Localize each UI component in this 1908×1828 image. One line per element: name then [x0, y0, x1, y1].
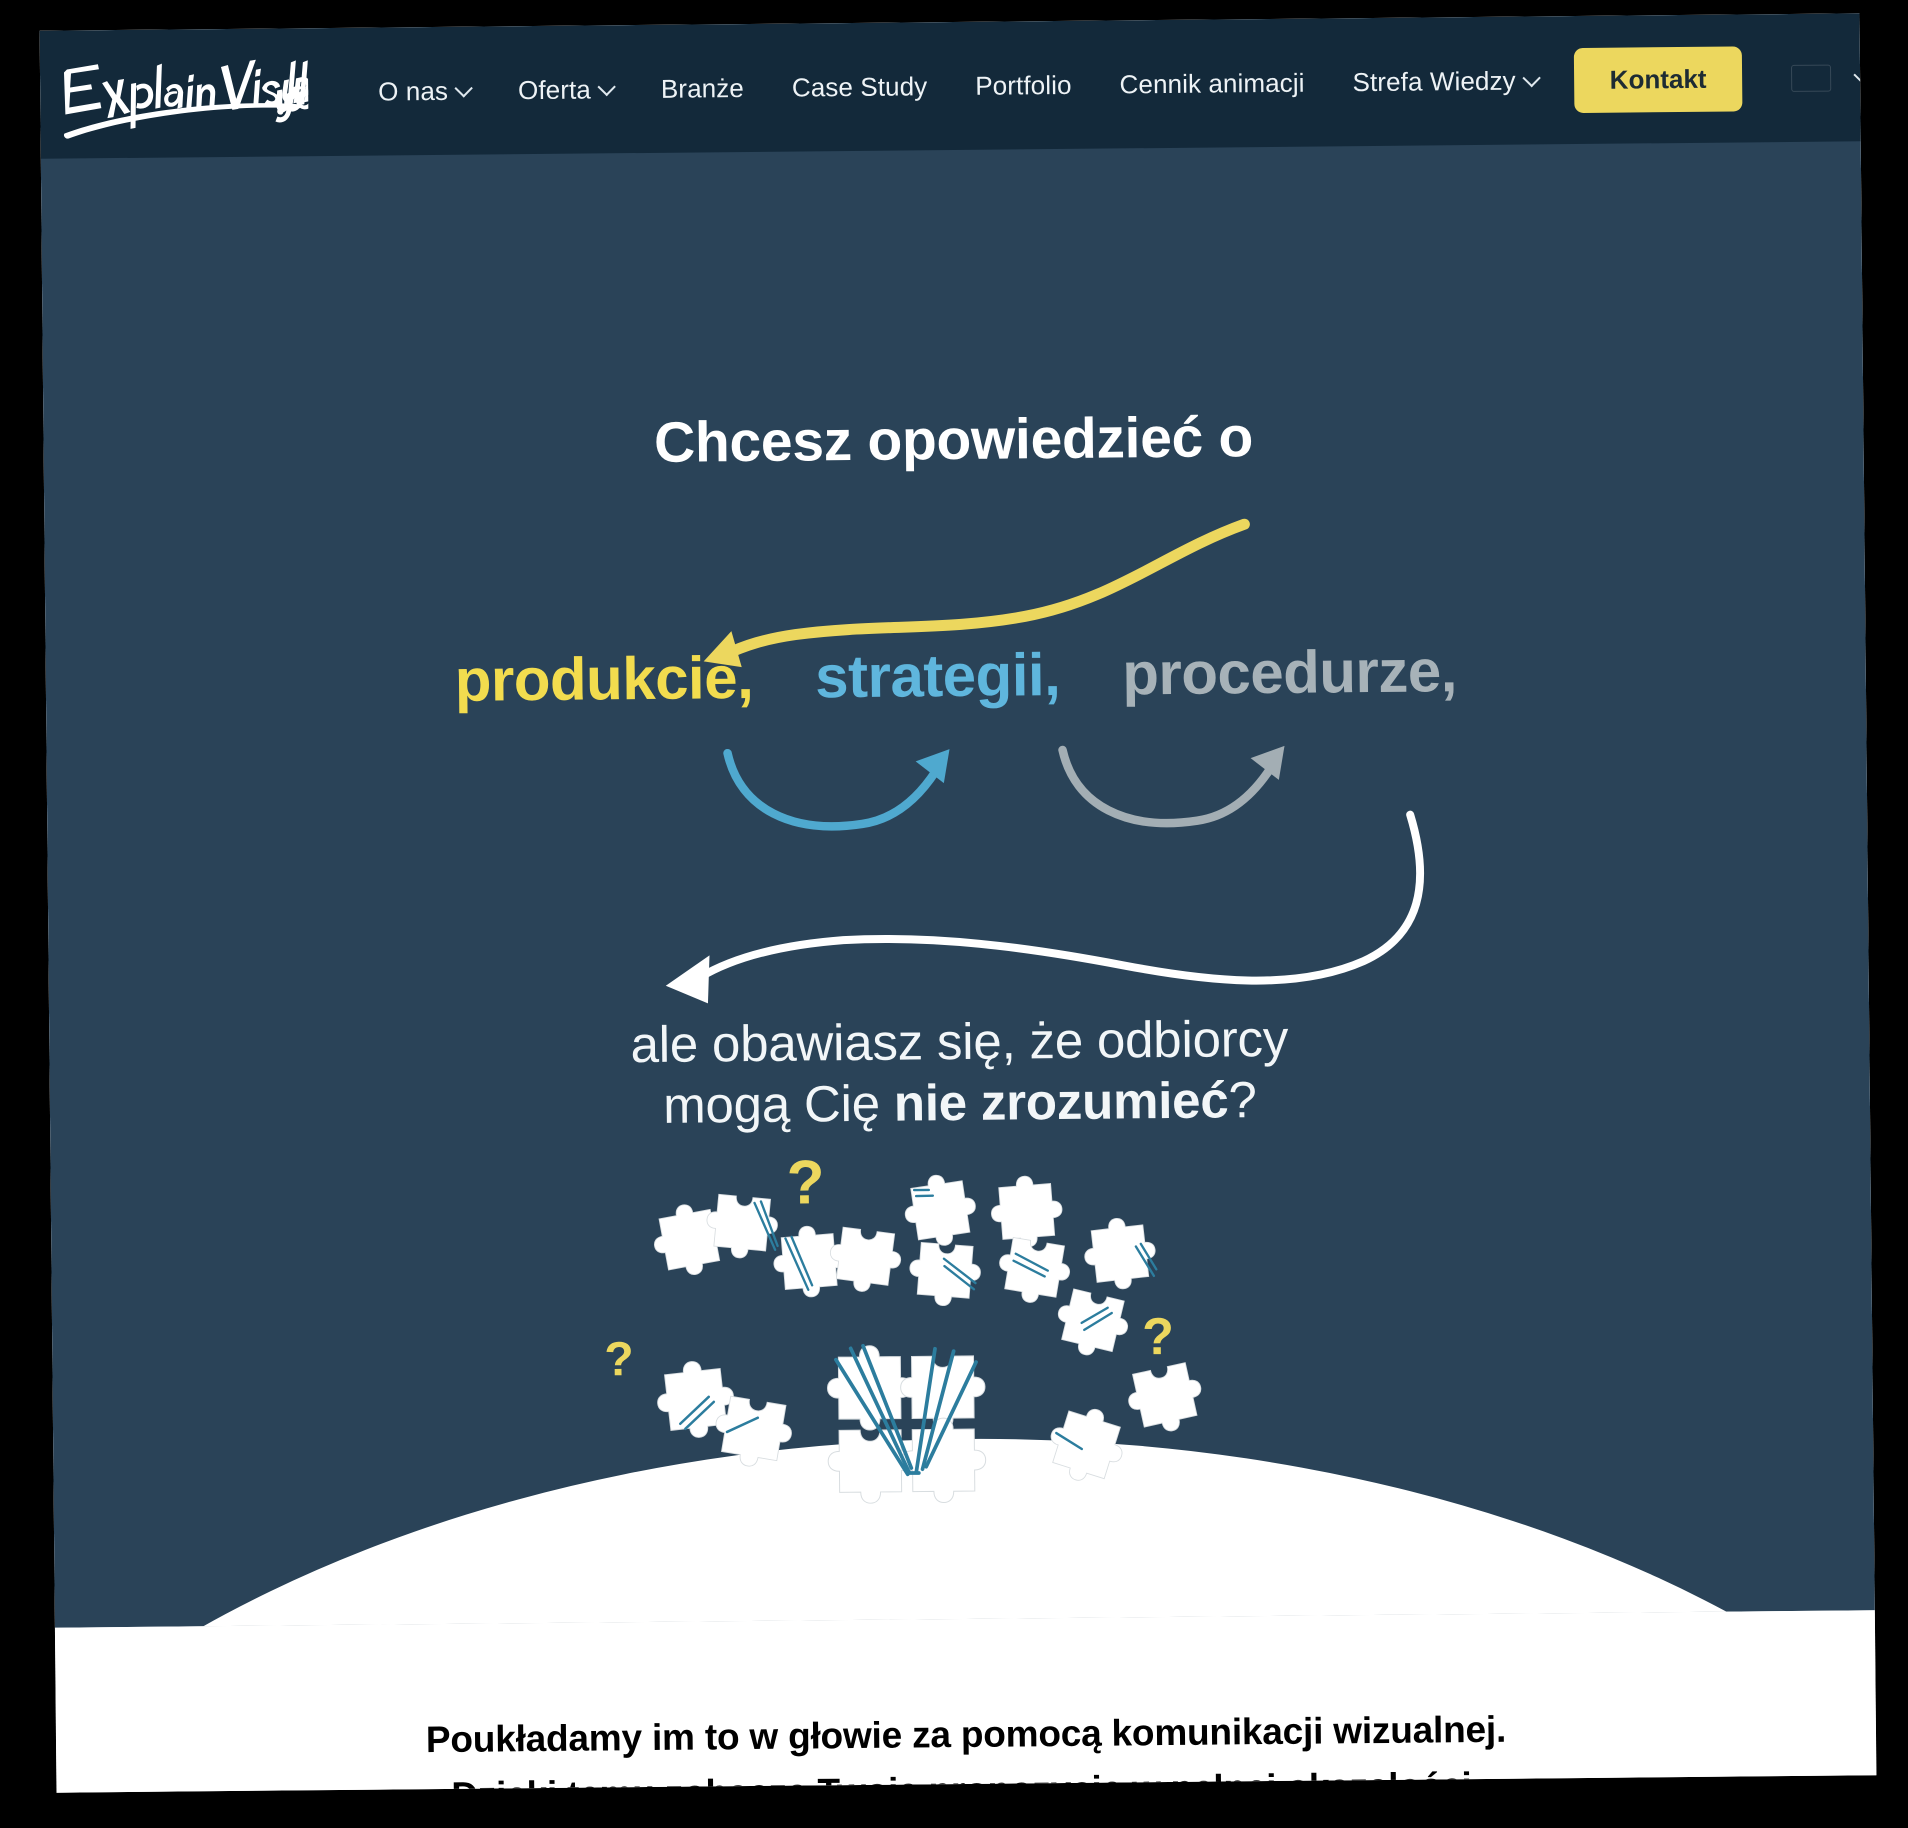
nav-label: Cennik animacji	[1119, 67, 1305, 99]
subline-bold: nie zrozumieć	[893, 1071, 1229, 1132]
puzzle-piece	[1040, 1398, 1134, 1492]
puzzle-piece	[993, 1235, 1075, 1309]
nav-label: Oferta	[517, 73, 592, 105]
explainvisually-logo[interactable]	[58, 48, 309, 142]
puzzle-piece	[988, 1173, 1066, 1250]
main-navigation: O nas Oferta Branże Case Study Portfolio…	[370, 44, 1877, 124]
gray-arrow-icon	[1058, 745, 1285, 828]
bottom-statement-section: Poukładamy im to w głowie za pomocą komu…	[54, 1610, 1877, 1793]
hero-headline: Chcesz opowiedzieć o	[653, 405, 1254, 475]
poland-flag-icon	[1792, 65, 1830, 90]
nav-label: Branże	[660, 72, 745, 104]
hero-keyword-row: produkcie, strategii, procedurze,	[46, 632, 1867, 718]
puzzle-piece-group-center	[826, 1343, 987, 1505]
blue-arrow-icon	[723, 748, 950, 831]
puzzle-piece	[1122, 1360, 1210, 1440]
screenshot-frame: O nas Oferta Branże Case Study Portfolio…	[0, 0, 1908, 1828]
puzzle-piece	[770, 1223, 848, 1301]
bottom-line-1: Poukładamy im to w głowie za pomocą komu…	[425, 1708, 1507, 1761]
subline-tail: ?	[1228, 1071, 1257, 1129]
puzzle-piece	[906, 1241, 983, 1309]
keyword-strategii: strategii,	[814, 641, 1061, 711]
kontakt-cta-button[interactable]: Kontakt	[1573, 45, 1743, 113]
page-root: O nas Oferta Branże Case Study Portfolio…	[39, 13, 1877, 1793]
nav-item-oferta[interactable]: Oferta	[494, 64, 637, 116]
hero-subline: ale obawiasz się, że odbiorcy mogą Cię n…	[49, 1002, 1870, 1142]
keyword-procedurze: procedurze,	[1121, 637, 1458, 708]
nav-item-portfolio[interactable]: Portfolio	[951, 59, 1096, 111]
chevron-down-icon	[454, 78, 473, 98]
keyword-produkcie: produkcie,	[454, 643, 754, 714]
chevron-down-icon	[1521, 68, 1541, 87]
question-mark-icon: ?	[604, 1333, 634, 1386]
nav-label: Portfolio	[975, 69, 1072, 101]
white-arrow-icon	[665, 810, 1425, 1004]
question-mark-icon: ?	[1142, 1308, 1174, 1366]
puzzle-illustration: ? ? ?	[604, 1141, 1304, 1548]
nav-item-strefa-wiedzy[interactable]: Strefa Wiedzy	[1328, 55, 1562, 108]
nav-item-o-nas[interactable]: O nas	[370, 65, 494, 117]
nav-item-case-study[interactable]: Case Study	[768, 61, 952, 114]
puzzle-piece	[1080, 1214, 1160, 1294]
nav-label: O nas	[378, 75, 449, 107]
chevron-down-icon	[597, 77, 616, 96]
nav-label: Case Study	[791, 70, 928, 103]
subline-plain: mogą Cię	[662, 1074, 895, 1135]
nav-label: Strefa Wiedzy	[1352, 65, 1516, 97]
site-header: O nas Oferta Branże Case Study Portfolio…	[39, 13, 1873, 159]
nav-item-branze[interactable]: Branże	[637, 62, 768, 114]
chevron-down-icon	[1853, 65, 1873, 84]
hero-section: Chcesz opowiedzieć o produkcie, strategi…	[40, 140, 1875, 1628]
question-mark-icon: ?	[786, 1148, 825, 1217]
puzzle-piece	[899, 1169, 981, 1251]
puzzle-piece	[1049, 1286, 1134, 1364]
nav-item-cennik-animacji[interactable]: Cennik animacji	[1095, 57, 1329, 110]
language-switcher[interactable]	[1792, 65, 1873, 91]
